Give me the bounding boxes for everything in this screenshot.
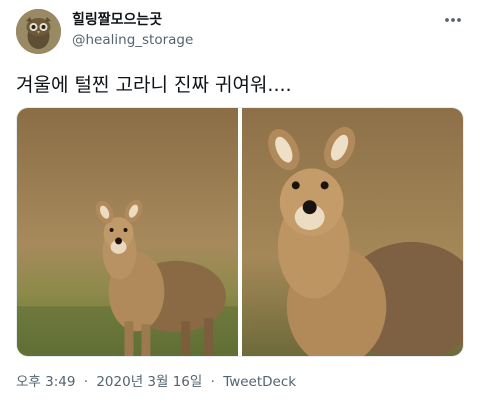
user-handle[interactable]: @healing_storage xyxy=(72,31,193,49)
tweet-text: 겨울에 털찐 고라니 진짜 귀여워.... xyxy=(16,74,292,96)
separator: · xyxy=(210,374,215,390)
owl-avatar-image xyxy=(16,9,61,54)
water-deer-photo-2[interactable] xyxy=(242,108,463,356)
more-options-button[interactable] xyxy=(438,10,468,30)
water-deer-photo-1[interactable] xyxy=(17,108,238,356)
separator: · xyxy=(83,374,89,390)
tweet-client[interactable]: TweetDeck xyxy=(223,374,296,390)
display-name[interactable]: 힐링짤모으는곳 xyxy=(72,11,162,29)
tweet-time[interactable]: 오후 3:49 xyxy=(16,374,75,390)
more-horizontal-icon xyxy=(445,18,461,22)
media-grid xyxy=(16,107,464,357)
photo-image xyxy=(17,108,238,356)
avatar[interactable] xyxy=(16,9,61,54)
photo-image xyxy=(242,108,463,356)
tweet-date[interactable]: 2020년 3월 16일 xyxy=(96,374,202,390)
tweet-metadata: 오후 3:49 · 2020년 3월 16일 · TweetDeck xyxy=(16,373,296,391)
